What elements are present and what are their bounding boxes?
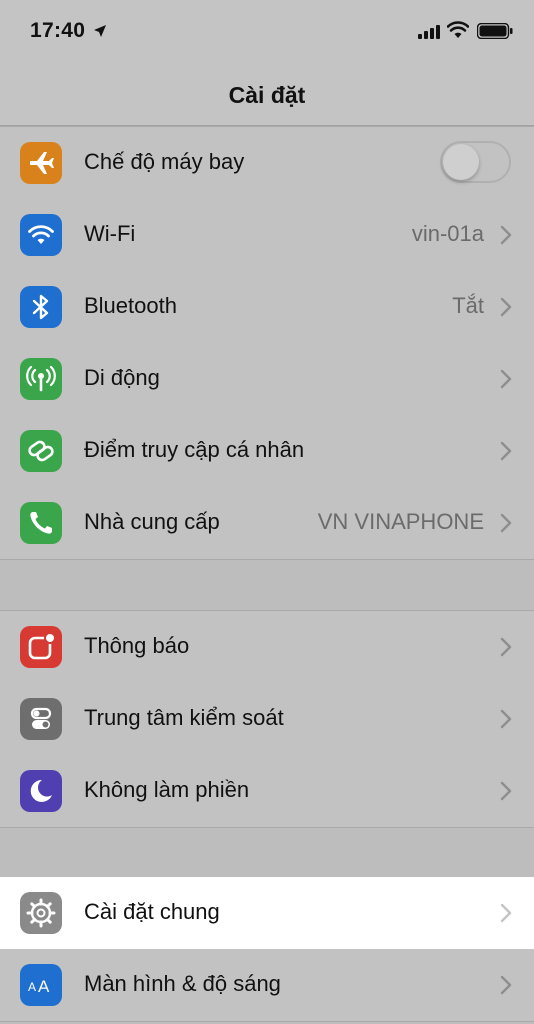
row-label: Bluetooth (84, 293, 177, 318)
chevron-right-icon (500, 709, 512, 729)
gear-icon (20, 892, 62, 934)
status-time: 17:40 (30, 19, 86, 42)
settings-row-carrier[interactable]: Nhà cung cấp VN VINAPHONE (0, 487, 534, 559)
row-label: Nhà cung cấp (84, 509, 220, 534)
settings-group-general: Cài đặt chung A A Màn hình & độ sáng (0, 877, 534, 1022)
settings-row-airplane-mode[interactable]: Chế độ máy bay (0, 127, 534, 200)
chevron-right-icon (500, 225, 512, 245)
hotspot-link-icon (20, 430, 62, 472)
row-value: VN VINAPHONE (317, 509, 484, 534)
bluetooth-icon (20, 286, 62, 328)
row-label: Wi-Fi (84, 221, 136, 246)
row-value: vin-01a (411, 221, 484, 246)
chevron-right-icon (500, 441, 512, 461)
settings-row-control-center[interactable]: Trung tâm kiểm soát (0, 683, 534, 756)
chevron-right-icon (500, 297, 512, 317)
settings-row-bluetooth[interactable]: Bluetooth Tắt (0, 271, 534, 344)
page-title: Cài đặt (228, 82, 306, 108)
row-value: Tắt (452, 293, 484, 318)
wifi-icon (20, 214, 62, 256)
battery-icon (477, 23, 513, 39)
chevron-right-icon (500, 513, 512, 533)
toggle-knob (443, 144, 479, 180)
settings-row-wifi[interactable]: Wi-Fi vin-01a (0, 199, 534, 272)
row-label: Chế độ máy bay (84, 149, 245, 174)
svg-text:A: A (38, 977, 50, 996)
navigation-bar: Cài đặt (0, 64, 534, 126)
settings-row-personal-hotspot[interactable]: Điểm truy cập cá nhân (0, 415, 534, 488)
moon-icon (20, 770, 62, 812)
cellular-signal-icon (418, 25, 440, 39)
wifi-signal-icon (447, 21, 469, 38)
chevron-right-icon (500, 781, 512, 801)
settings-row-cellular[interactable]: Di động (0, 343, 534, 416)
row-label: Trung tâm kiểm soát (84, 705, 284, 730)
settings-screen: 17:40 Cài đặt Chế độ máy bay Wi-Fi vin-0… (0, 0, 534, 1024)
display-text-size-icon: A A (20, 964, 62, 1006)
airplane-icon (20, 142, 62, 184)
chevron-right-icon (500, 903, 512, 923)
cellular-antenna-icon (20, 358, 62, 400)
location-arrow-icon (94, 25, 106, 37)
airplane-mode-toggle[interactable] (440, 141, 511, 183)
settings-row-display-brightness[interactable]: A A Màn hình & độ sáng (0, 949, 534, 1021)
row-label: Cài đặt chung (84, 899, 220, 924)
settings-row-notifications[interactable]: Thông báo (0, 611, 534, 684)
control-center-icon (20, 698, 62, 740)
row-label: Màn hình & độ sáng (84, 971, 281, 996)
row-label: Không làm phiền (84, 777, 250, 802)
row-label: Điểm truy cập cá nhân (84, 437, 305, 462)
phone-icon (20, 502, 62, 544)
chevron-right-icon (500, 975, 512, 995)
status-bar: 17:40 (0, 0, 534, 64)
row-label: Di động (84, 365, 160, 390)
chevron-right-icon (500, 637, 512, 657)
notifications-icon (20, 626, 62, 668)
chevron-right-icon (500, 369, 512, 389)
settings-group-connectivity: Chế độ máy bay Wi-Fi vin-01a Bluetooth T… (0, 126, 534, 560)
settings-row-do-not-disturb[interactable]: Không làm phiền (0, 755, 534, 827)
settings-group-notifications: Thông báo Trung tâm kiểm soát Không làm … (0, 610, 534, 828)
settings-row-general[interactable]: Cài đặt chung (0, 877, 534, 949)
row-label: Thông báo (84, 633, 190, 658)
svg-text:A: A (28, 980, 36, 994)
